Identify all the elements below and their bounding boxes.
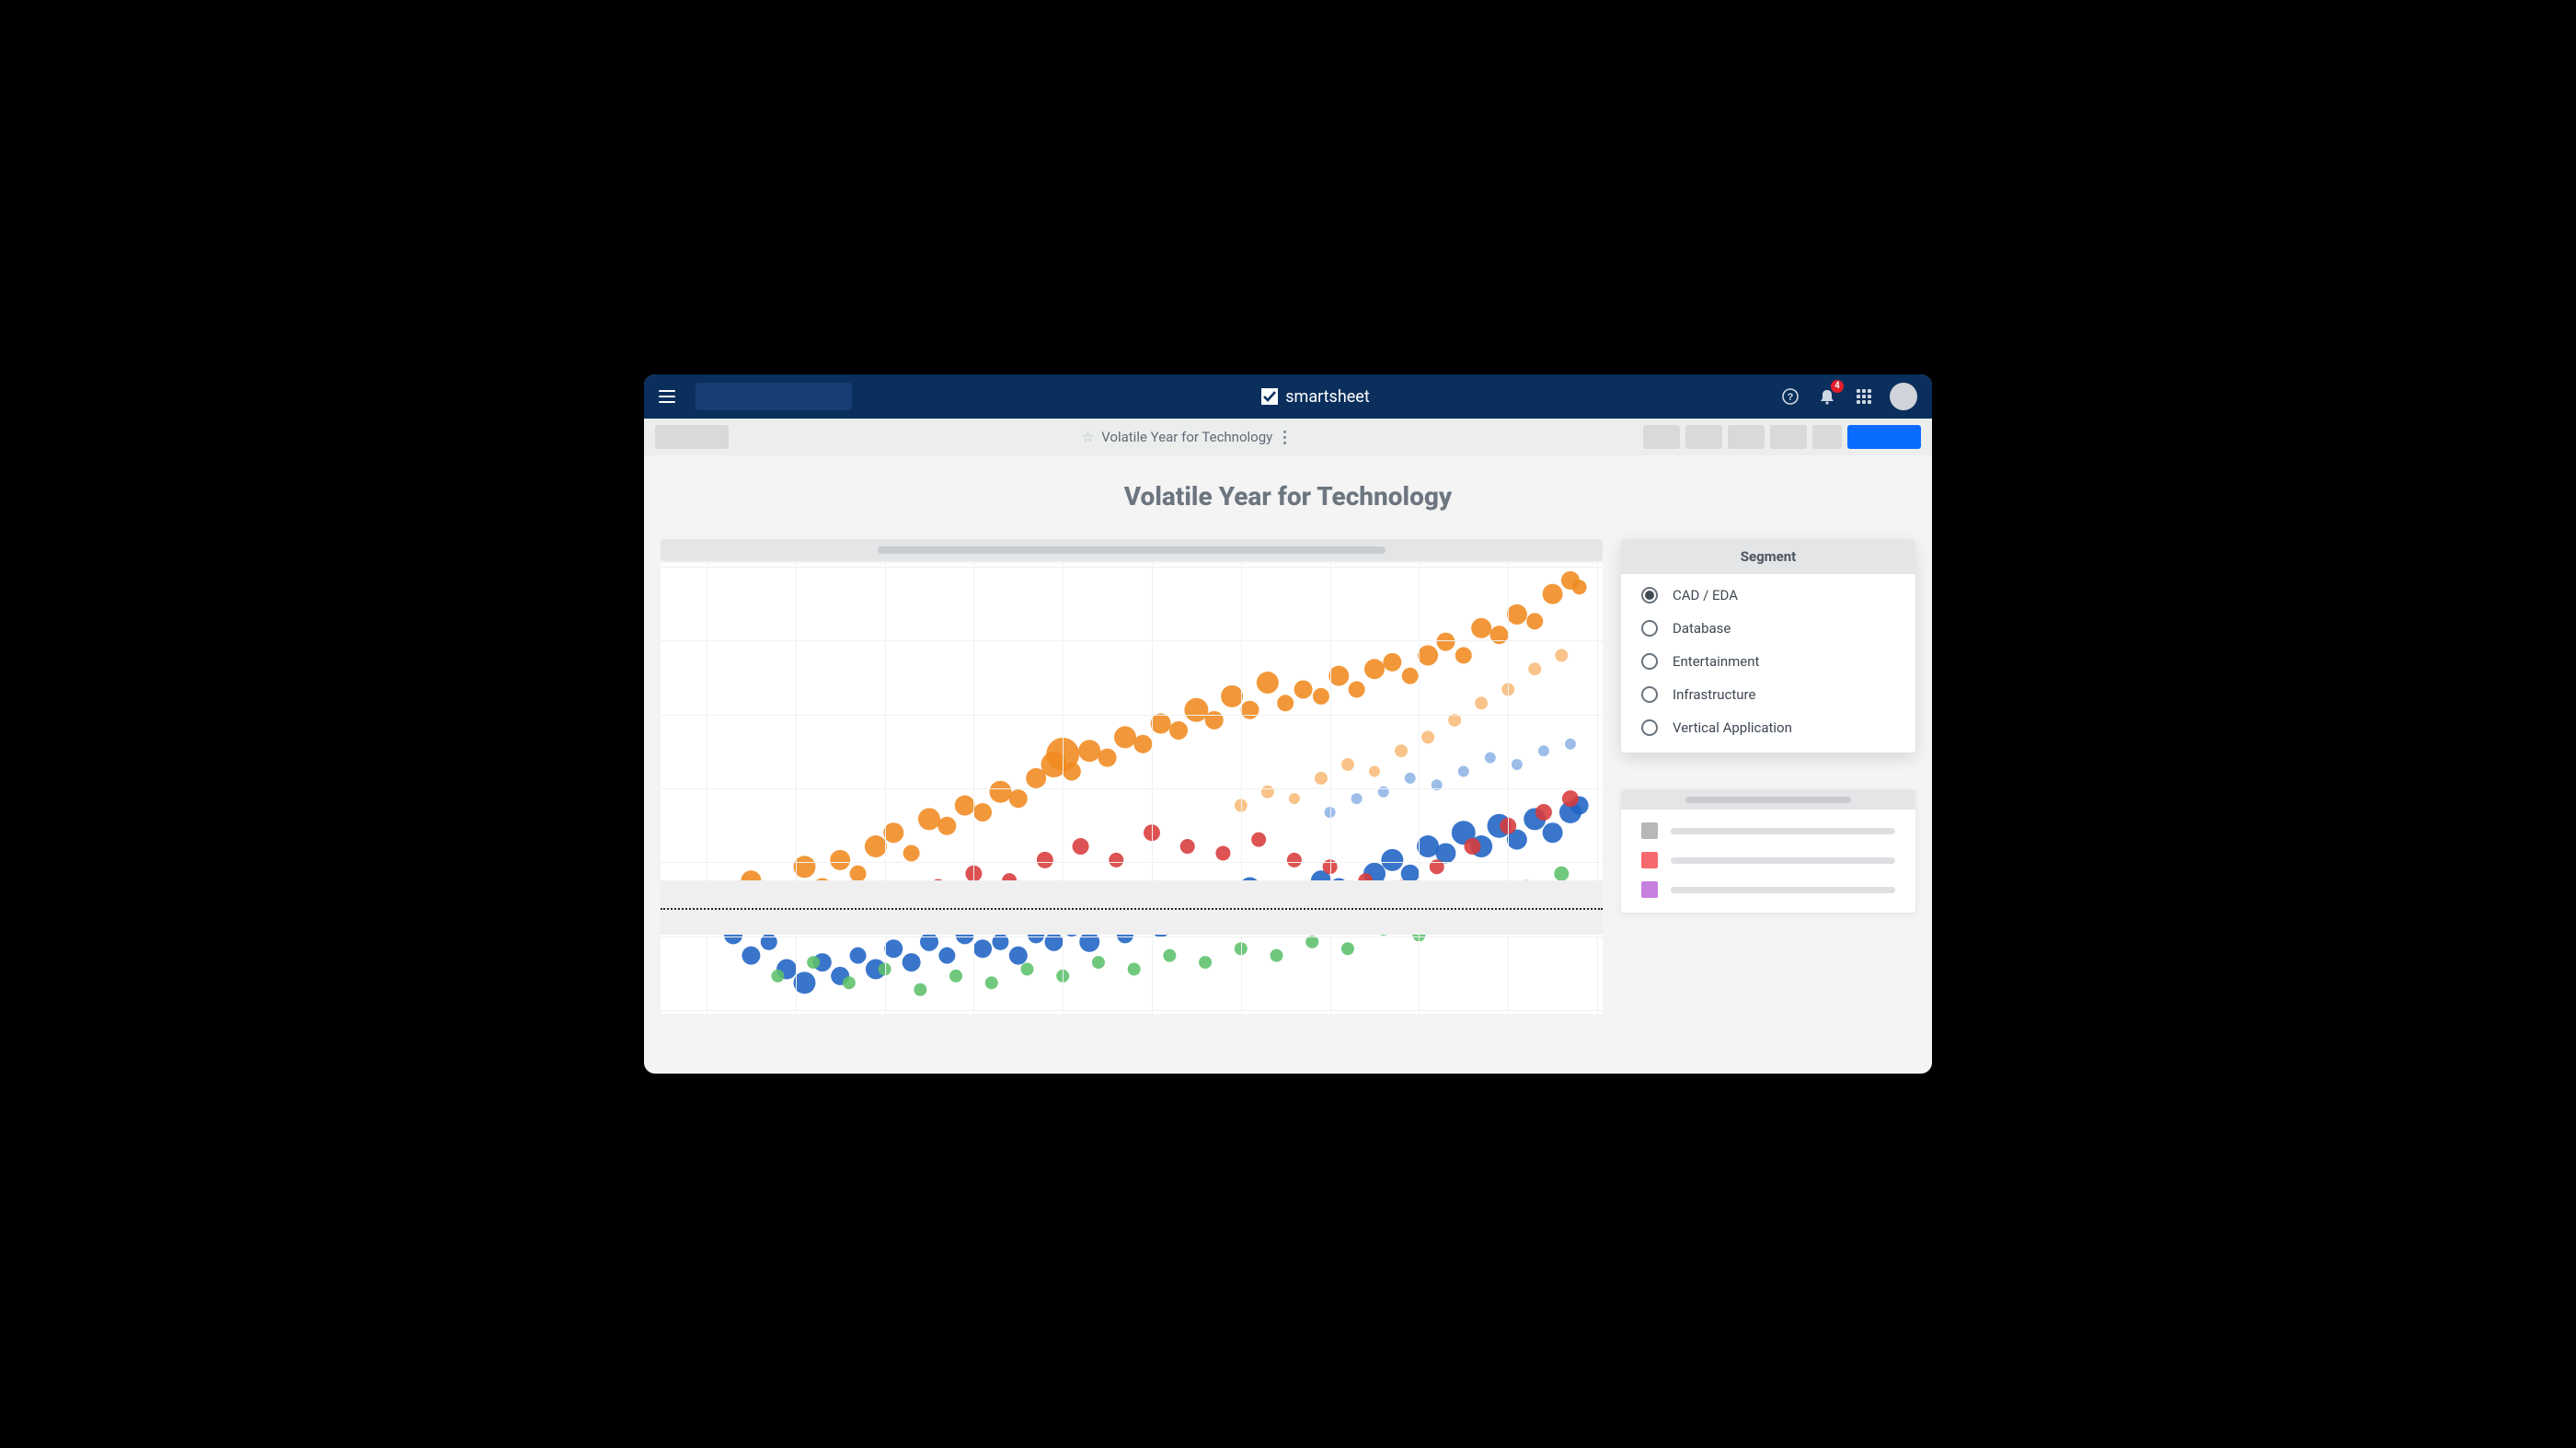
right-column: Segment CAD / EDA Database Entertainment In… (1621, 539, 1915, 913)
legend-row (1621, 810, 1915, 839)
toolbar-action-0[interactable] (1643, 425, 1680, 449)
document-menu-icon[interactable] (1280, 431, 1290, 444)
segment-option-label: Vertical Application (1673, 719, 1792, 736)
help-icon[interactable]: ? (1779, 385, 1801, 408)
topbar-right: ? 4 (1779, 383, 1917, 410)
toolbar-action-2[interactable] (1728, 425, 1765, 449)
radio-icon (1641, 686, 1658, 703)
brand-logo-icon (1261, 388, 1278, 405)
legend-row (1621, 868, 1915, 898)
page-title: Volatile Year for Technology (661, 481, 1915, 511)
document-title: Volatile Year for Technology (1101, 429, 1272, 445)
segment-option-label: Infrastructure (1673, 686, 1755, 703)
segment-option-label: Entertainment (1673, 653, 1759, 670)
document-title-area: ☆ Volatile Year for Technology (736, 429, 1636, 445)
svg-text:?: ? (1788, 392, 1794, 403)
chart-header-placeholder (661, 539, 1603, 561)
legend-swatch (1641, 852, 1658, 868)
segment-filter-card: Segment CAD / EDA Database Entertainment In… (1621, 539, 1915, 753)
toolbar-action-1[interactable] (1685, 425, 1722, 449)
segment-option-label: Database (1673, 620, 1731, 637)
legend-label-placeholder (1671, 828, 1895, 834)
subbar-actions (1643, 425, 1921, 449)
segment-filter-options: CAD / EDA Database Entertainment Infrastruc… (1621, 574, 1915, 753)
segment-option[interactable]: Database (1641, 620, 1895, 637)
legend-row (1621, 839, 1915, 868)
app-frame: smartsheet ? 4 ☆ Volatile Year for Techn… (644, 374, 1932, 1074)
legend-label-placeholder (1671, 887, 1895, 893)
legend-card (1621, 789, 1915, 913)
apps-icon[interactable] (1853, 385, 1875, 408)
toolbar-action-3[interactable] (1770, 425, 1807, 449)
radio-icon (1641, 719, 1658, 736)
notification-badge: 4 (1831, 380, 1844, 393)
legend-swatch (1641, 881, 1658, 898)
segment-filter-title: Segment (1621, 539, 1915, 574)
toolbar-action-5[interactable] (1847, 425, 1921, 449)
segment-option[interactable]: CAD / EDA (1641, 587, 1895, 603)
segment-option[interactable]: Vertical Application (1641, 719, 1895, 736)
content: Volatile Year for Technology Segment CAD… (644, 455, 1932, 1074)
topbar: smartsheet ? 4 (644, 374, 1932, 419)
legend-header-placeholder (1621, 789, 1915, 810)
subbar: ☆ Volatile Year for Technology (644, 419, 1932, 455)
radio-icon (1641, 653, 1658, 670)
user-avatar[interactable] (1890, 383, 1917, 410)
dashboard-row: Segment CAD / EDA Database Entertainment In… (661, 539, 1915, 1014)
chart-panel (661, 539, 1603, 1014)
legend-swatch (1641, 822, 1658, 839)
brand: smartsheet (852, 387, 1779, 407)
radio-icon (1641, 620, 1658, 637)
favorite-star-icon[interactable]: ☆ (1082, 429, 1094, 445)
legend-label-placeholder (1671, 857, 1895, 864)
notifications-icon[interactable]: 4 (1816, 385, 1838, 408)
segment-option-label: CAD / EDA (1673, 587, 1738, 603)
brand-name: smartsheet (1285, 387, 1369, 407)
menu-button[interactable] (659, 385, 681, 408)
radio-icon (1641, 587, 1658, 603)
toolbar-action-4[interactable] (1812, 425, 1842, 449)
search-input[interactable] (696, 383, 852, 410)
segment-option[interactable]: Infrastructure (1641, 686, 1895, 703)
breadcrumb-placeholder[interactable] (655, 425, 729, 449)
segment-option[interactable]: Entertainment (1641, 653, 1895, 670)
chart-area[interactable] (661, 563, 1603, 1014)
legend-rows (1621, 810, 1915, 898)
